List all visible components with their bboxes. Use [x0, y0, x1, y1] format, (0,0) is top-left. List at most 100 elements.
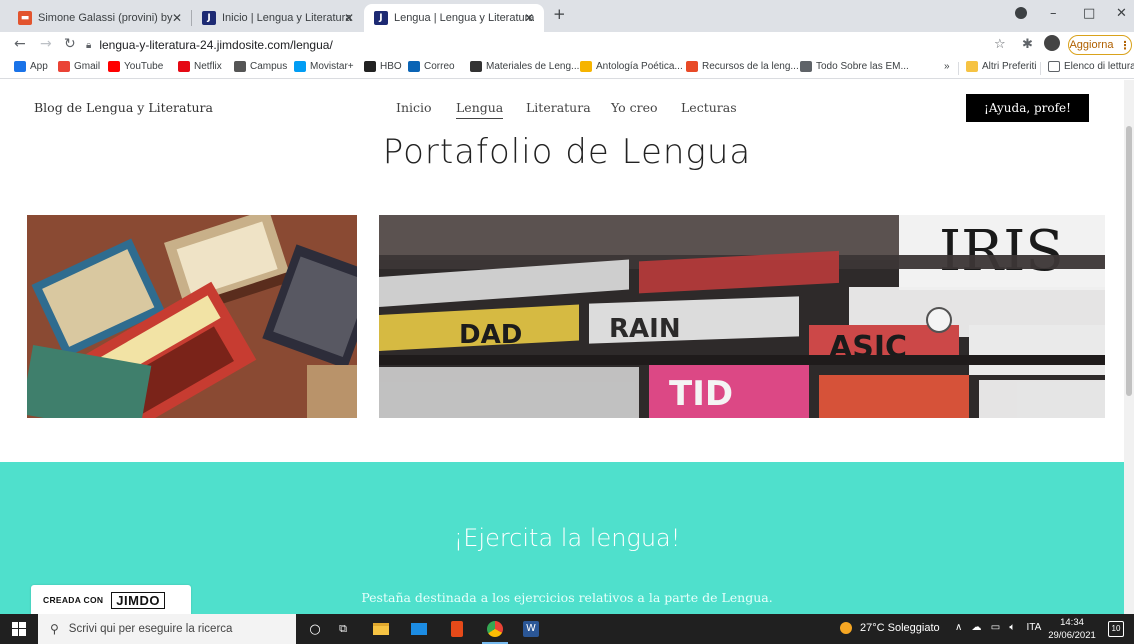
mail-icon [408, 61, 420, 72]
bookmark-separator [958, 62, 959, 75]
address-bar[interactable]: 🔒︎ lengua-y-literatura-24.jimdosite.com/… [86, 34, 976, 56]
svg-text:TID: TID [669, 374, 733, 414]
weather-widget[interactable]: 27°C Soleggiato [840, 622, 940, 634]
doc-icon [580, 61, 592, 72]
other-bookmarks-folder[interactable]: Altri Preferiti [966, 61, 1036, 72]
cortana-icon[interactable]: ○ [306, 620, 324, 638]
bookmarks-bar: App Gmail YouTube Netflix Campus Movistar+ HBO… [0, 58, 1134, 79]
jimdo-logo: JIMDO [111, 591, 165, 609]
bookmark-youtube[interactable]: YouTube [108, 61, 163, 72]
bookmark-todo-sobre-las-em[interactable]: Todo Sobre las EM... [800, 61, 909, 72]
recursos-icon [686, 61, 698, 72]
svg-text:DAD: DAD [459, 320, 522, 350]
tab-lengua[interactable]: J Lengua | Lengua y Literatura ✕ [364, 4, 544, 32]
bookmark-label: Movistar+ [310, 61, 354, 72]
nav-item-literatura[interactable]: Literatura [526, 100, 591, 115]
books-icon [470, 61, 482, 72]
task-view-icon[interactable]: ⧉ [334, 620, 352, 638]
minimize-button[interactable]: – [1050, 6, 1057, 21]
new-tab-button[interactable]: + [553, 5, 566, 23]
bookmark-correo[interactable]: Correo [408, 61, 455, 72]
scrollbar-thumb[interactable] [1126, 126, 1132, 396]
reload-icon[interactable]: ↻ [64, 36, 76, 52]
bookmark-label: Antología Poética... [596, 61, 683, 72]
avatar[interactable] [1044, 35, 1060, 51]
clock[interactable]: 14:34 29/06/2021 [1048, 616, 1096, 642]
reading-list-icon [1048, 61, 1060, 72]
bookmark-gmail[interactable]: Gmail [58, 61, 100, 72]
notification-center-icon[interactable]: 10 [1108, 621, 1124, 637]
bookmark-separator [1040, 62, 1041, 75]
bookmark-label: Recursos de la leng... [702, 61, 799, 72]
chrome-icon[interactable] [482, 620, 508, 644]
jimdo-badge[interactable]: CREADA CON JIMDO [31, 585, 191, 614]
forward-arrow-icon[interactable]: → [40, 36, 52, 52]
battery-icon[interactable]: ▭ [991, 622, 1000, 633]
weather-text: 27°C Soleggiato [860, 622, 940, 634]
help-button[interactable]: ¡Ayuda, profe! [966, 94, 1089, 122]
close-window-button[interactable]: ✕ [1116, 6, 1127, 21]
browser-toolbar: ← → ↻ 🔒︎ lengua-y-literatura-24.jimdosit… [0, 32, 1134, 58]
tab-simone-galassi[interactable]: ▬ Simone Galassi (provini) by Dotti ✕ [8, 4, 192, 32]
bookmark-label: Materiales de Leng... [486, 61, 580, 72]
clock-time: 14:34 [1060, 617, 1084, 628]
bookmark-antolog-a-po-tica[interactable]: Antología Poética... [580, 61, 683, 72]
bookmark-app[interactable]: App [14, 61, 48, 72]
section-title: ¡Ejercita la lengua! [453, 524, 681, 552]
bookmark-hbo[interactable]: HBO [364, 61, 402, 72]
jimdo-favicon-icon: J [202, 11, 216, 25]
hbo-icon [364, 61, 376, 72]
nav-item-inicio[interactable]: Inicio [396, 100, 432, 115]
bookmark-netflix[interactable]: Netflix [178, 61, 222, 72]
bookmark-label: YouTube [124, 61, 164, 72]
bookmark-movistar[interactable]: Movistar+ [294, 61, 354, 72]
reading-list-label: Elenco di lettura [1064, 61, 1134, 72]
profile-dot-icon[interactable] [1015, 7, 1027, 19]
extensions-icon[interactable]: ✱ [1022, 37, 1033, 52]
nav-item-lengua[interactable]: Lengua [456, 100, 504, 119]
reading-list-button[interactable]: Elenco di lettura [1048, 61, 1134, 72]
nav-item-lecturas[interactable]: Lecturas [681, 100, 737, 115]
movistar-icon [294, 61, 306, 72]
language-indicator[interactable]: ITA [1027, 622, 1042, 633]
clock-date: 29/06/2021 [1048, 630, 1096, 641]
bookmark-recursos-de-la-leng[interactable]: Recursos de la leng... [686, 61, 799, 72]
office-icon[interactable] [448, 620, 466, 638]
sun-icon [840, 622, 852, 634]
site-name-link[interactable]: Blog de Lengua y Literatura [34, 100, 213, 115]
mail-app-icon[interactable] [410, 620, 428, 638]
back-arrow-icon[interactable]: ← [14, 36, 26, 52]
bookmark-campus[interactable]: Campus [234, 61, 287, 72]
volume-icon[interactable]: 🔈︎ [1009, 622, 1015, 633]
globe-icon [800, 61, 812, 72]
web-page: Blog de Lengua y Literatura Inicio Lengu… [0, 80, 1124, 614]
books-photo [27, 215, 357, 418]
page-title: Portafolio de Lengua [382, 132, 752, 172]
close-tab-icon[interactable]: ✕ [524, 11, 534, 25]
page-scrollbar[interactable] [1124, 80, 1134, 614]
file-explorer-icon[interactable] [372, 620, 390, 638]
cloud-icon[interactable]: ☁ [972, 622, 982, 633]
word-icon[interactable]: W [522, 620, 540, 638]
bookmarks-overflow-button[interactable]: » [944, 61, 950, 72]
bookmark-star-icon[interactable]: ☆ [994, 37, 1006, 52]
folder-icon [966, 61, 978, 72]
close-tab-icon[interactable]: ✕ [172, 11, 182, 25]
bookmark-label: Gmail [74, 61, 101, 72]
system-tray[interactable]: ∧ ☁ ▭ 🔈︎ ITA [955, 622, 1041, 633]
bookmark-label: Campus [250, 61, 288, 72]
apps-grid-icon [14, 61, 26, 72]
tab-inicio[interactable]: J Inicio | Lengua y Literatura ✕ [192, 4, 364, 32]
lock-icon: 🔒︎ [86, 39, 92, 51]
netflix-icon [178, 61, 190, 72]
update-button[interactable]: Aggiorna ⋮ [1068, 35, 1132, 55]
update-label: Aggiorna [1069, 39, 1114, 51]
maximize-button[interactable]: □ [1083, 6, 1095, 21]
bookmark-label: HBO [380, 61, 402, 72]
bookmark-materiales-de-leng[interactable]: Materiales de Leng... [470, 61, 579, 72]
nav-item-yo-creo[interactable]: Yo creo [611, 100, 658, 115]
taskbar-search[interactable]: ⚲ Scrivi qui per eseguire la ricerca [38, 614, 296, 644]
tray-chevron-icon[interactable]: ∧ [955, 622, 962, 633]
start-button[interactable] [12, 622, 26, 639]
close-tab-icon[interactable]: ✕ [344, 11, 354, 25]
